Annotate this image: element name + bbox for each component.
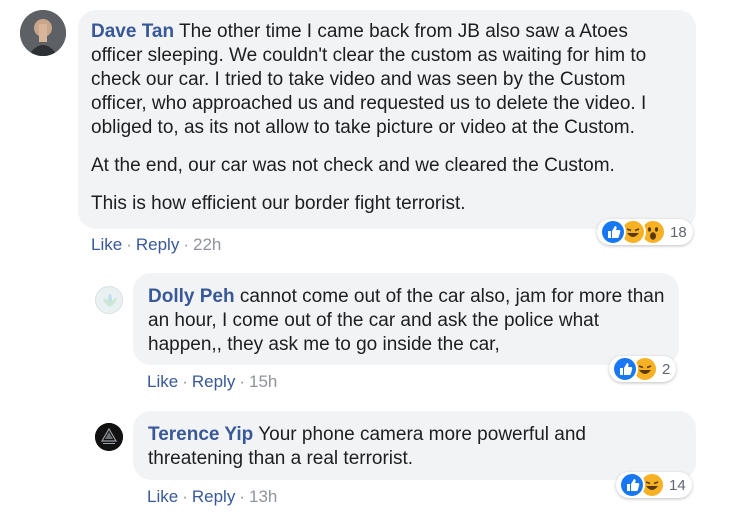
author-name[interactable]: Terence Yip (148, 424, 253, 445)
comment-bubble: Dave Tan The other time I came back from… (78, 10, 696, 229)
like-reaction-icon (600, 219, 626, 245)
comment-text: Dolly Peh cannot come out of the car als… (148, 286, 665, 355)
avatar-terence-yip[interactable] (95, 423, 123, 451)
comment-actions: Like · Reply · 22h (91, 235, 221, 255)
separator: · (126, 235, 132, 254)
flower-icon (103, 293, 117, 307)
timestamp[interactable]: 13h (249, 487, 277, 506)
comment-text: At the end, our car was not check and we… (91, 155, 615, 176)
like-button[interactable]: Like (91, 235, 122, 254)
comment-text: Terence Yip Your phone camera more power… (148, 424, 586, 469)
separator: · (239, 372, 245, 391)
person-photo-icon (20, 10, 66, 56)
like-button[interactable]: Like (147, 487, 178, 506)
comment-text: This is how efficient our border fight t… (91, 193, 466, 214)
logo-icon (95, 423, 123, 451)
comment-bubble: Dolly Peh cannot come out of the car als… (133, 273, 679, 365)
avatar-dolly-peh[interactable] (95, 286, 123, 314)
like-reaction-icon (619, 472, 645, 498)
reaction-count: 2 (662, 360, 671, 378)
comment-actions: Like · Reply · 13h (147, 487, 277, 507)
like-reaction-icon (612, 356, 638, 382)
comment-actions: Like · Reply · 15h (147, 372, 277, 392)
separator: · (182, 487, 188, 506)
reaction-summary[interactable]: 2 (609, 356, 677, 382)
reply-button[interactable]: Reply (192, 487, 235, 506)
reaction-count: 18 (670, 223, 687, 241)
reaction-count: 14 (669, 476, 686, 494)
like-button[interactable]: Like (147, 372, 178, 391)
reaction-summary[interactable]: 18 (597, 219, 693, 245)
avatar-dave-tan[interactable] (20, 10, 66, 56)
timestamp[interactable]: 22h (193, 235, 221, 254)
author-name[interactable]: Dave Tan (91, 21, 174, 42)
author-name[interactable]: Dolly Peh (148, 286, 235, 307)
reply-button[interactable]: Reply (192, 372, 235, 391)
reply-button[interactable]: Reply (136, 235, 179, 254)
comment-text: Dave Tan The other time I came back from… (91, 21, 647, 138)
reaction-summary[interactable]: 14 (616, 472, 692, 498)
separator: · (182, 372, 188, 391)
timestamp[interactable]: 15h (249, 372, 277, 391)
separator: · (239, 487, 245, 506)
separator: · (183, 235, 189, 254)
comment-bubble: Terence Yip Your phone camera more power… (133, 411, 696, 480)
